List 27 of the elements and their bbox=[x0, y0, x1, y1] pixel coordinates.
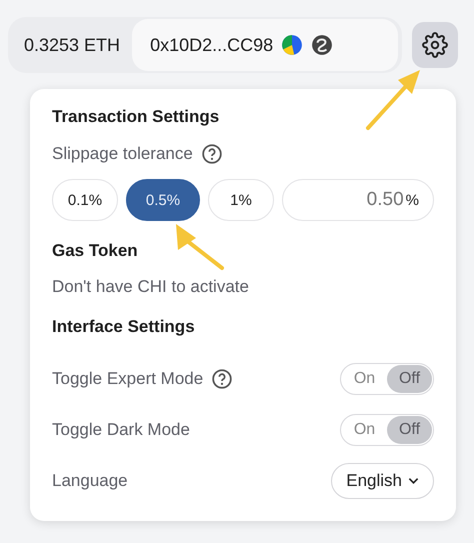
annotation-arrow bbox=[176, 224, 224, 270]
address-button[interactable]: 0x10D2...CC98 bbox=[132, 19, 398, 71]
slippage-label: Slippage tolerance bbox=[52, 144, 193, 164]
slippage-input[interactable]: 0.50% bbox=[282, 179, 434, 221]
slippage-option[interactable]: 0.5% bbox=[126, 179, 200, 221]
help-icon[interactable] bbox=[200, 143, 223, 165]
caret-icon bbox=[408, 476, 419, 484]
toggle-switch[interactable]: On Off bbox=[340, 414, 434, 446]
wallet-avatar-icon bbox=[281, 34, 304, 56]
language-label: Language bbox=[52, 470, 128, 490]
annotation-arrow bbox=[366, 70, 420, 130]
help-icon[interactable] bbox=[211, 368, 234, 390]
section-title: Transaction Settings bbox=[52, 107, 220, 127]
gas-note: Don't have CHI to activate bbox=[52, 277, 250, 297]
settings-icon bbox=[422, 32, 448, 58]
swirl-icon bbox=[311, 34, 334, 56]
slippage-option[interactable]: 1% bbox=[208, 179, 274, 221]
toggle-label: Toggle Expert Mode bbox=[52, 368, 204, 388]
balance-text: 0.3253 ETH bbox=[24, 34, 120, 56]
toggle-label: Toggle Dark Mode bbox=[52, 420, 190, 440]
section-title: Interface Settings bbox=[52, 317, 196, 337]
slippage-option[interactable]: 0.1% bbox=[52, 179, 118, 221]
language-dropdown[interactable]: English bbox=[331, 462, 434, 498]
address-text: 0x10D2...CC98 bbox=[150, 34, 274, 56]
settings-button[interactable] bbox=[412, 22, 458, 68]
section-title: Gas Token bbox=[52, 241, 139, 261]
toggle-switch[interactable]: On Off bbox=[340, 362, 434, 394]
